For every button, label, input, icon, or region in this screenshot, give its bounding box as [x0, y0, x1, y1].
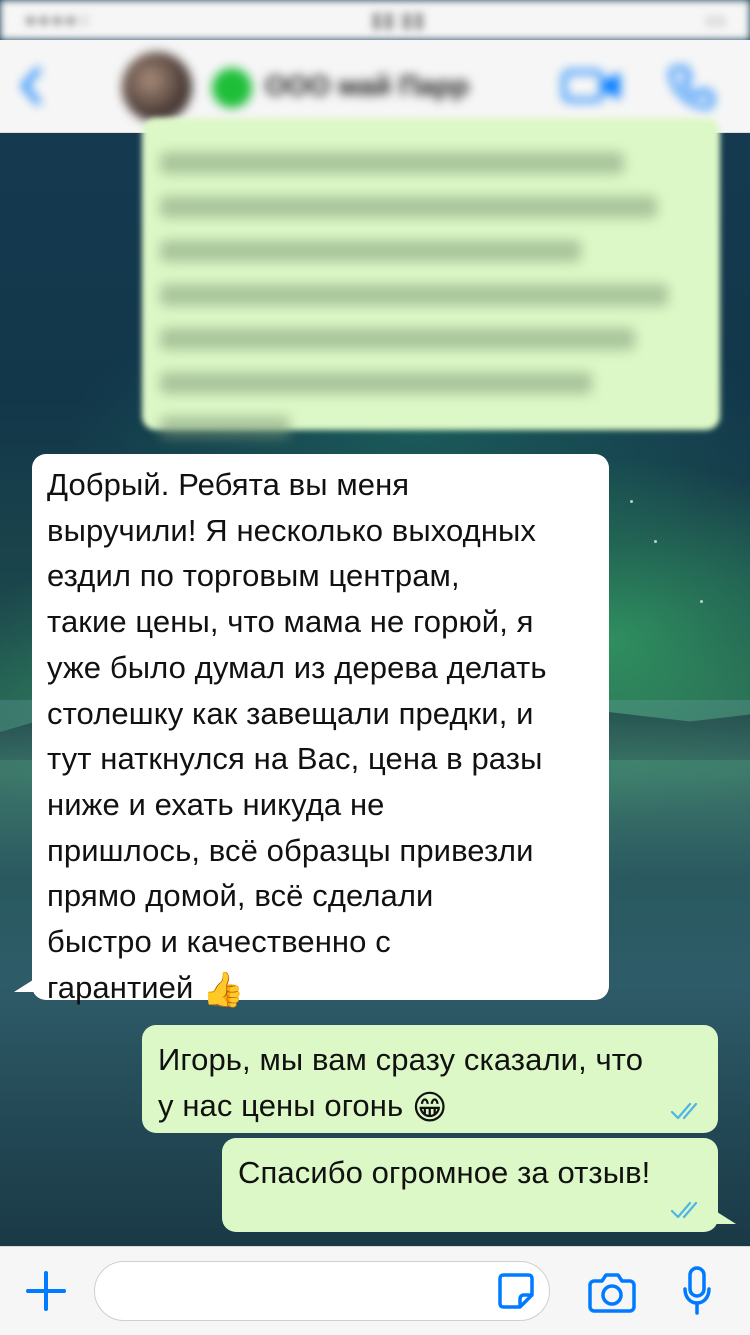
message-line: быстро и качественно с [47, 924, 391, 960]
camera-icon[interactable] [588, 1271, 636, 1313]
read-receipt-icon [670, 1201, 698, 1219]
message-line: столешку как завещали предки, и [47, 695, 534, 731]
sticker-icon[interactable] [496, 1271, 536, 1311]
back-chevron-icon[interactable] [16, 66, 46, 106]
message-line: Добрый. Ребята вы меня [47, 467, 410, 502]
grinning-emoji-icon: 😁 [411, 1088, 448, 1127]
contact-avatar[interactable] [122, 52, 192, 122]
message-line-last: гарантией 👍 [47, 965, 599, 1014]
wallpaper-star [630, 500, 633, 503]
phone-call-icon[interactable] [668, 62, 716, 110]
outgoing-message[interactable]: Игорь, мы вам сразу сказали, что у нас ц… [142, 1025, 718, 1133]
message-line: пришлось, всё образцы привезли [47, 832, 534, 868]
message-line: уже было думал из дерева делать [47, 649, 547, 685]
clock: ▮▮:▮▮ [370, 7, 426, 32]
thumbs-up-emoji-icon: 👍 [202, 970, 245, 1009]
message-line: выручили! Я несколько выходных [47, 512, 537, 548]
message-line: такие цены, что мама не горюй, я [47, 604, 534, 640]
wallpaper-star [700, 600, 703, 603]
message-line: Игорь, мы вам сразу сказали, что [158, 1042, 644, 1077]
carrier-signal: ●●●●○ [24, 7, 91, 32]
message-line: ниже и ехать никуда не [47, 786, 385, 822]
video-call-icon[interactable] [562, 66, 622, 106]
contact-name[interactable]: ООО май Парр [265, 70, 469, 102]
read-receipt-icon [670, 1102, 698, 1120]
message-text: у нас цены огонь [158, 1087, 404, 1123]
message-text: гарантией [47, 969, 194, 1005]
online-indicator [212, 68, 252, 108]
message-line: прямо домой, всё сделали [47, 878, 434, 914]
bubble-tail [714, 1210, 736, 1224]
blurred-message-text [160, 130, 700, 460]
wallpaper-star [654, 540, 657, 543]
incoming-message[interactable]: Добрый. Ребята вы меня выручили! Я неско… [14, 454, 609, 1009]
battery-icon: ▭ [705, 7, 726, 32]
message-text: Спасибо огромное за отзыв! [238, 1155, 651, 1190]
message-input[interactable] [94, 1261, 550, 1321]
message-input-bar [0, 1246, 750, 1335]
status-bar: ●●●●○ ▮▮:▮▮ ▭ [0, 0, 750, 40]
microphone-icon[interactable] [682, 1265, 712, 1317]
message-line-last: у нас цены огонь 😁 [158, 1083, 698, 1132]
plus-attach-icon[interactable] [24, 1269, 68, 1313]
message-line: ездил по торговым центрам, [47, 558, 460, 594]
message-line: тут наткнулся на Вас, цена в разы [47, 741, 543, 777]
bubble-tail [14, 978, 36, 992]
outgoing-message[interactable]: Спасибо огромное за отзыв! [222, 1138, 736, 1232]
